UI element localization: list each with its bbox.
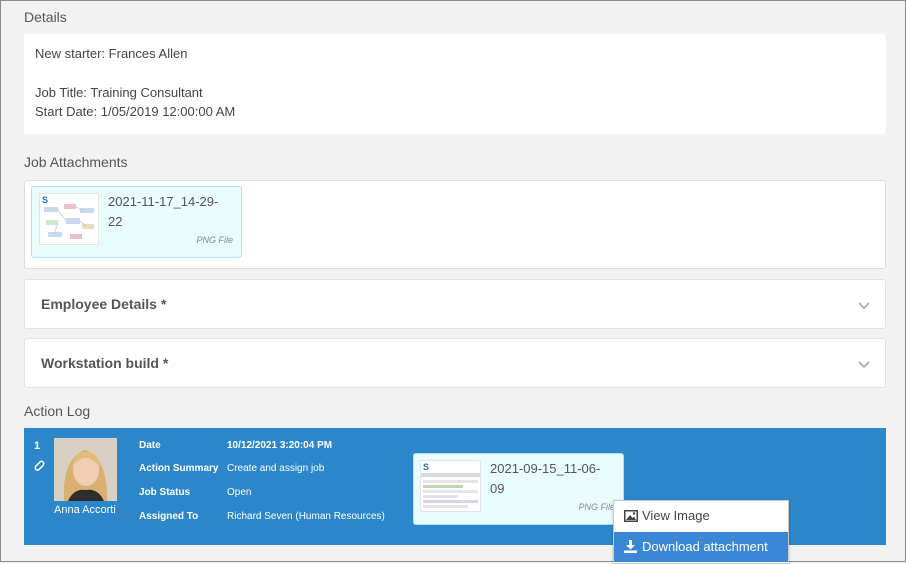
job-attachments-title: Job Attachments xyxy=(24,154,128,170)
chevron-down-icon[interactable] xyxy=(857,301,871,311)
field-label-job-status: Job Status xyxy=(139,487,191,498)
log-attachment-filetype: PNG File xyxy=(578,502,615,512)
accordion-workstation-build[interactable]: Workstation build * xyxy=(24,338,886,388)
entry-number: 1 xyxy=(34,440,41,452)
field-value-action-summary: Create and assign job xyxy=(227,463,325,474)
action-log-title: Action Log xyxy=(24,403,91,419)
menu-item-view-image-label: View Image xyxy=(642,508,710,523)
field-value-job-status: Open xyxy=(227,487,252,498)
details-line-start-date: Start Date: 1/05/2019 12:00:00 AM xyxy=(35,104,236,119)
user-name: Anna Accorti xyxy=(54,504,116,516)
log-attachment-filename-line2: 09 xyxy=(490,481,505,496)
svg-text:S: S xyxy=(42,195,48,205)
accordion-workstation-build-label: Workstation build * xyxy=(41,355,169,371)
log-attachment-filename-line1: 2021-09-15_11-06- xyxy=(490,461,601,476)
field-label-assigned-to: Assigned To xyxy=(139,511,199,522)
details-title: Details xyxy=(24,9,67,25)
details-card: New starter: Frances Allen Job Title: Tr… xyxy=(24,34,886,134)
log-attachment-thumbnail: S xyxy=(420,460,481,512)
menu-item-view-image[interactable]: View Image xyxy=(614,501,788,531)
field-label-date: Date xyxy=(139,440,161,451)
attachment-context-menu: View Image Download attachment xyxy=(613,500,789,564)
chevron-down-icon[interactable] xyxy=(857,360,871,370)
accordion-employee-details[interactable]: Employee Details * xyxy=(24,279,886,329)
paperclip-icon xyxy=(34,460,45,471)
menu-item-download-attachment[interactable]: Download attachment xyxy=(614,532,788,562)
avatar xyxy=(54,438,117,501)
attachment-tile[interactable]: S 2021-11-17_14-29- 22 PNG File xyxy=(31,186,242,258)
details-line-starter: New starter: Frances Allen xyxy=(35,46,188,61)
attachment-filename-line1: 2021-11-17_14-29- xyxy=(108,194,219,209)
field-label-action-summary: Action Summary xyxy=(139,463,219,474)
log-attachment-tile[interactable]: S 2021-09-15_11-06- 09 PNG File xyxy=(413,453,624,525)
download-icon xyxy=(624,540,637,553)
job-attachments-panel: S 2021-11-17_14-29- 22 PNG File xyxy=(24,180,886,269)
image-icon xyxy=(624,510,638,522)
attachment-filetype: PNG File xyxy=(196,235,233,245)
menu-item-download-attachment-label: Download attachment xyxy=(642,539,768,554)
accordion-employee-details-label: Employee Details * xyxy=(41,296,167,312)
attachment-filename-line2: 22 xyxy=(108,214,123,229)
svg-text:S: S xyxy=(423,462,429,472)
field-value-date: 10/12/2021 3:20:04 PM xyxy=(227,440,333,451)
details-line-job-title: Job Title: Training Consultant xyxy=(35,85,203,100)
field-value-assigned-to: Richard Seven (Human Resources) xyxy=(227,511,385,522)
attachment-thumbnail: S xyxy=(39,193,99,245)
